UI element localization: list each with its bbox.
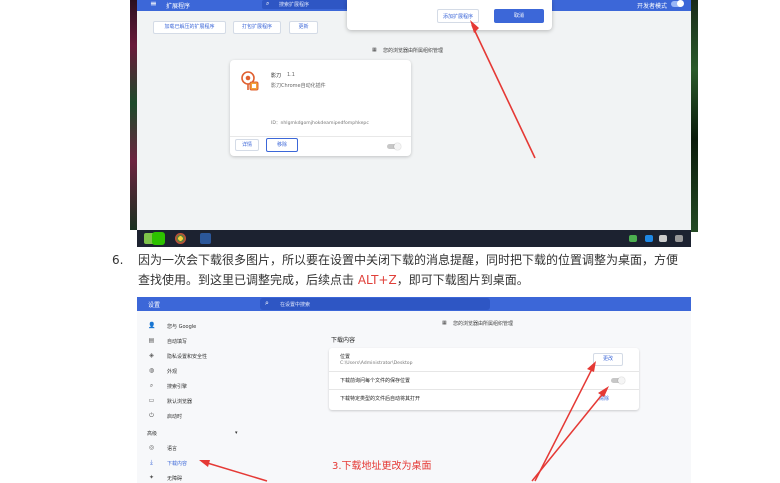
red-arrow-annotation-1 <box>470 20 536 159</box>
extensions-screenshot: ≡ 扩展程序 ⌕ 搜索扩展程序 开发者模式 加载已解压的扩展程序 打包扩展程序 … <box>137 0 691 247</box>
red-arrow-annotation-2 <box>199 361 609 482</box>
document-page: ≡ 扩展程序 ⌕ 搜索扩展程序 开发者模式 加载已解压的扩展程序 打包扩展程序 … <box>0 0 780 483</box>
desktop-wallpaper-right <box>690 0 698 232</box>
shortcut-highlight: ALT+Z <box>357 273 397 287</box>
step-6-paragraph: 6. 因为一次会下载很多图片，所以要在设置中关闭下载的消息提醒，同时把下载的位置… <box>112 250 681 290</box>
annotation-text: 3.下载地址更改为桌面 <box>332 461 432 472</box>
step-number: 6. <box>112 253 124 267</box>
step-text-end: ，即可下载图片到桌面。 <box>396 273 529 287</box>
settings-screenshot: 设置 ⌕ 在设置中搜索 👤 您与 Google ▤ 自动填写 ◈ 隐私设置和安全… <box>137 297 691 483</box>
